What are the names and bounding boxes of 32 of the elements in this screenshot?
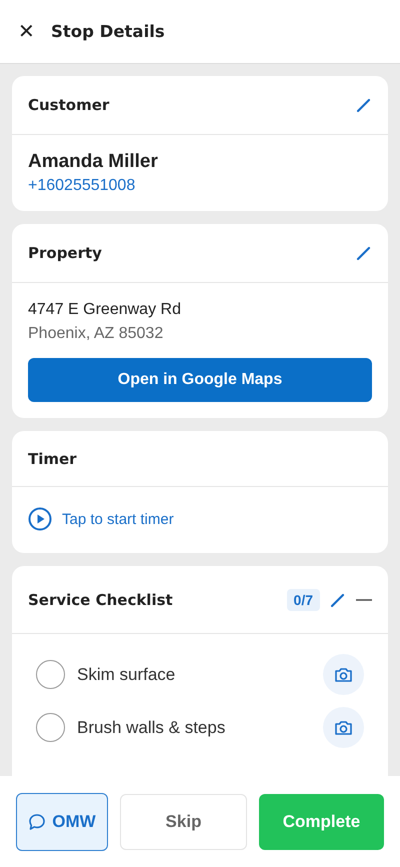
card-title: Customer <box>28 96 110 114</box>
omw-button[interactable]: OMW <box>16 792 108 850</box>
card-title: Timer <box>28 450 77 468</box>
close-button[interactable]: ✕ <box>18 22 35 42</box>
skip-button[interactable]: Skip <box>120 794 247 850</box>
edit-icon <box>356 97 372 113</box>
start-timer-button[interactable]: Tap to start timer <box>28 507 372 531</box>
edit-button[interactable] <box>356 97 372 113</box>
edit-icon <box>330 592 346 608</box>
progress-count: 0/7 <box>286 588 320 610</box>
checkbox[interactable] <box>36 713 65 742</box>
edit-button[interactable] <box>356 245 372 261</box>
edit-button[interactable] <box>330 592 346 608</box>
address-line: 4747 E Greenway Rd <box>28 300 182 320</box>
customer-name: Amanda Miller <box>28 151 159 173</box>
card-title: Property <box>28 244 102 262</box>
open-maps-button[interactable]: Open in Google Maps <box>28 358 372 402</box>
minus-icon <box>356 598 372 600</box>
address-line: Phoenix, AZ 85032 <box>28 324 164 344</box>
page-title: Stop Details <box>51 22 165 41</box>
photo-button[interactable] <box>323 654 364 695</box>
chat-bubble-icon <box>28 812 46 830</box>
card-title: Service Checklist <box>28 590 173 608</box>
checklist-item-label: Brush walls & steps <box>77 718 226 738</box>
checkbox[interactable] <box>36 660 65 689</box>
checklist-item-label: Skim surface <box>77 664 176 684</box>
play-icon <box>28 507 52 531</box>
phone-link[interactable]: +16025551008 <box>28 177 372 195</box>
camera-icon <box>334 666 353 682</box>
photo-button[interactable] <box>323 707 364 748</box>
edit-icon <box>356 245 372 261</box>
camera-icon <box>334 720 353 736</box>
